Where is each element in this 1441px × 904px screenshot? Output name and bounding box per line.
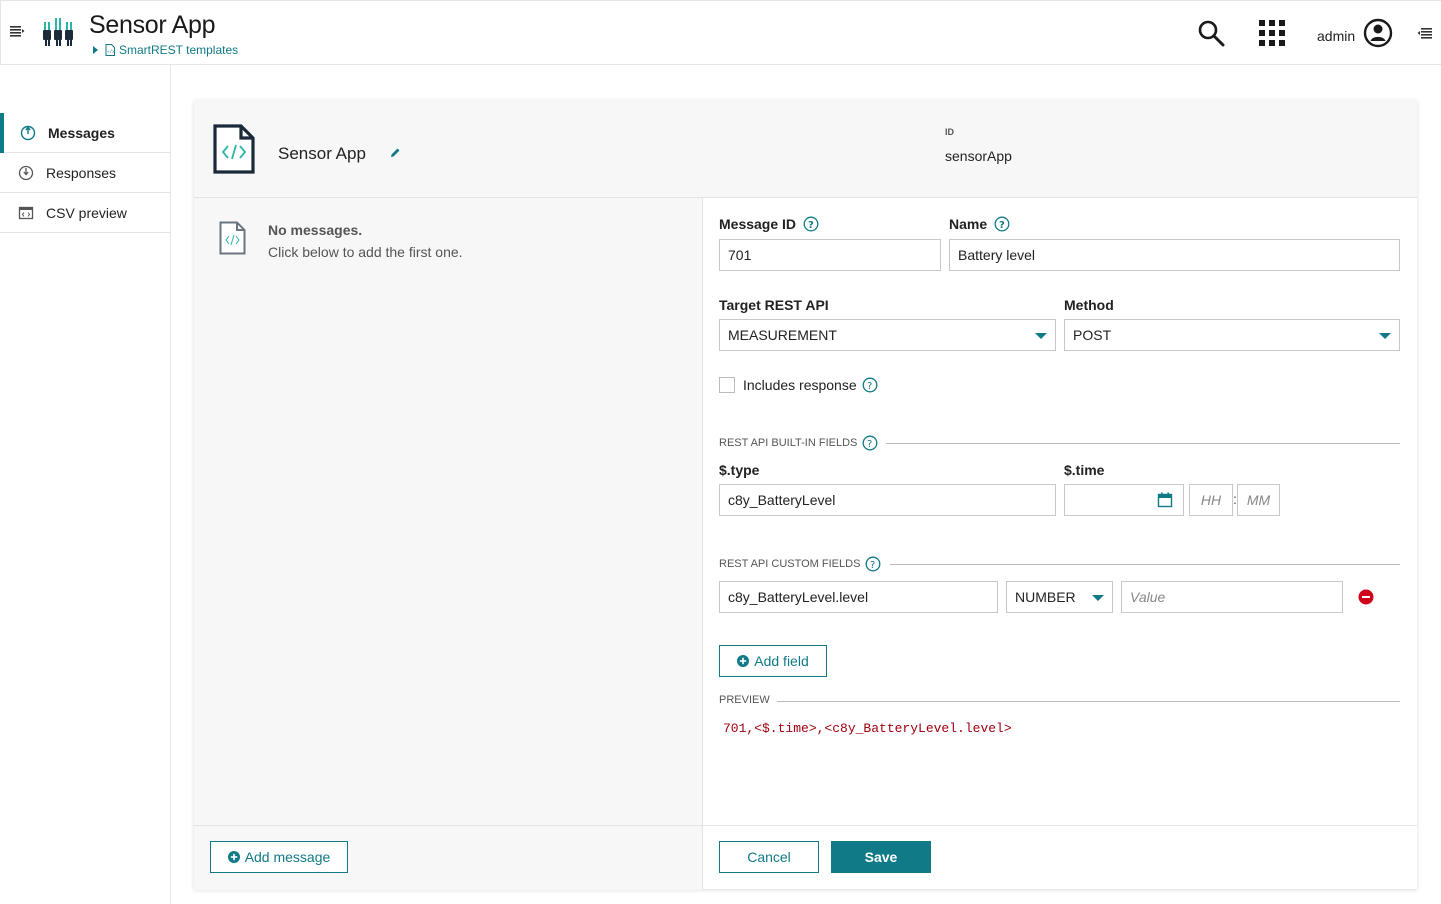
cancel-button[interactable]: Cancel: [719, 841, 819, 873]
help-icon[interactable]: ?: [865, 556, 881, 572]
chevron-down-icon: [1379, 333, 1391, 339]
breadcrumb-label: SmartREST templates: [119, 43, 239, 57]
responses-icon: [18, 165, 34, 180]
custom-field-type-select[interactable]: NUMBER: [1006, 581, 1113, 613]
sidebar-item-responses[interactable]: Responses: [0, 153, 170, 193]
app-switcher-grid-icon[interactable]: [1259, 20, 1285, 46]
id-value: sensorApp: [945, 148, 1012, 164]
svg-text:?: ?: [867, 381, 872, 392]
template-file-icon: </>: [105, 44, 115, 56]
name-input[interactable]: Battery level: [949, 239, 1400, 271]
right-drawer-toggle-icon[interactable]: [1417, 25, 1433, 41]
menu-toggle-icon[interactable]: [9, 23, 25, 39]
time-label: $.time: [1064, 462, 1105, 478]
calendar-icon[interactable]: [1157, 492, 1173, 508]
svg-text:?: ?: [999, 220, 1005, 231]
includes-response-label: Includes response ?: [743, 377, 878, 393]
custom-field-value-input[interactable]: Value: [1121, 581, 1343, 613]
help-icon[interactable]: ?: [862, 377, 878, 393]
method-label: Method: [1064, 297, 1114, 313]
messages-list-pane: No messages. Click below to add the firs…: [194, 198, 703, 825]
user-avatar-icon[interactable]: [1363, 18, 1393, 48]
target-api-selected: MEASUREMENT: [728, 327, 837, 343]
messages-icon: [20, 125, 36, 140]
help-icon[interactable]: ?: [994, 216, 1010, 232]
section-divider: [890, 564, 1400, 565]
name-label: Name ?: [949, 216, 1010, 232]
section-divider: [886, 443, 1400, 444]
builtin-fields-section-text: REST API BUILT-IN FIELDS: [719, 437, 858, 449]
id-label: ID: [945, 127, 954, 137]
preview-output: 701,<$.time>,<c8y_BatteryLevel.level>: [723, 721, 1012, 736]
sidebar-item-label: Responses: [46, 164, 117, 181]
chevron-down-icon: [1092, 595, 1104, 601]
help-icon[interactable]: ?: [803, 216, 819, 232]
svg-text:?: ?: [808, 220, 814, 231]
sidebar: Messages Responses CSV preview: [0, 65, 171, 904]
chevron-down-icon: [1035, 333, 1047, 339]
breadcrumb-caret-icon: [93, 46, 98, 54]
empty-code-document-icon: [219, 221, 246, 255]
section-divider: [777, 701, 1400, 702]
save-button[interactable]: Save: [831, 841, 931, 873]
add-message-label: Add message: [244, 849, 331, 865]
plus-circle-icon: [737, 655, 750, 667]
add-field-label: Add field: [754, 653, 809, 669]
sidebar-item-messages[interactable]: Messages: [0, 113, 170, 153]
sidebar-item-label: CSV preview: [46, 204, 127, 221]
svg-text:?: ?: [867, 439, 872, 450]
app-title: Sensor App: [89, 11, 216, 39]
target-api-select[interactable]: MEASUREMENT: [719, 319, 1056, 351]
breadcrumb[interactable]: </> SmartREST templates: [93, 43, 238, 57]
pencil-edit-icon[interactable]: [390, 147, 401, 158]
svg-text:?: ?: [870, 560, 875, 571]
target-api-label: Target REST API: [719, 297, 829, 313]
time-minute-input[interactable]: MM: [1237, 484, 1280, 516]
template-title: Sensor App: [278, 144, 366, 163]
empty-state-title: No messages.: [268, 222, 363, 238]
code-document-icon: [213, 124, 255, 174]
includes-response-label-text: Includes response: [743, 377, 857, 393]
time-hour-input[interactable]: HH: [1189, 484, 1233, 516]
custom-field-path-input[interactable]: c8y_BatteryLevel.level: [719, 581, 998, 613]
help-icon[interactable]: ?: [862, 435, 878, 451]
type-input[interactable]: c8y_BatteryLevel: [719, 484, 1056, 516]
name-label-text: Name: [949, 216, 988, 232]
custom-fields-section-text: REST API CUSTOM FIELDS: [719, 558, 861, 570]
preview-section-label: PREVIEW: [719, 694, 770, 706]
card-header: Sensor App ID sensorApp: [194, 100, 1417, 198]
svg-text:</>: </>: [107, 49, 115, 54]
includes-response-checkbox[interactable]: [719, 377, 735, 393]
app-header: Sensor App </> SmartREST templates admin: [0, 0, 1441, 65]
time-date-input[interactable]: [1064, 484, 1184, 516]
message-id-input[interactable]: 701: [719, 239, 941, 271]
add-message-button[interactable]: Add message: [210, 841, 348, 873]
custom-field-type-selected: NUMBER: [1015, 589, 1076, 605]
method-selected: POST: [1073, 327, 1112, 343]
custom-fields-section-label: REST API CUSTOM FIELDS ?: [719, 556, 881, 572]
builtin-fields-section-label: REST API BUILT-IN FIELDS ?: [719, 435, 878, 451]
remove-field-icon[interactable]: [1358, 589, 1374, 605]
method-select[interactable]: POST: [1064, 319, 1400, 351]
type-label: $.type: [719, 462, 760, 478]
message-id-label: Message ID ?: [719, 216, 819, 232]
csv-preview-icon: [18, 206, 34, 219]
sensor-app-logo-icon: [43, 18, 73, 46]
add-field-button[interactable]: Add field: [719, 645, 827, 677]
empty-state-subtitle: Click below to add the first one.: [268, 244, 463, 260]
plus-circle-icon: [227, 851, 240, 863]
sidebar-item-csv-preview[interactable]: CSV preview: [0, 193, 170, 233]
sidebar-item-label: Messages: [48, 124, 115, 141]
search-icon[interactable]: [1197, 19, 1225, 47]
message-id-label-text: Message ID: [719, 216, 797, 232]
user-name[interactable]: admin: [1317, 28, 1355, 44]
